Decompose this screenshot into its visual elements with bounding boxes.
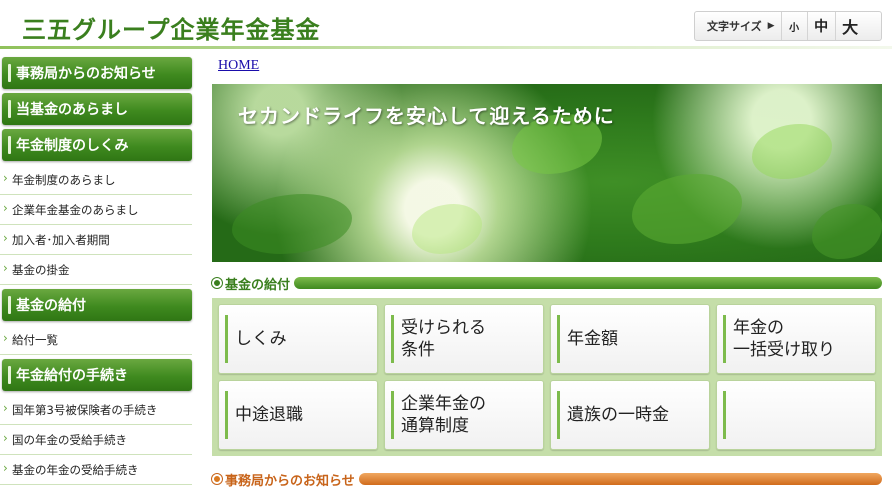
bullet-dot-icon bbox=[212, 278, 222, 288]
sidebar-item-contributions[interactable]: 基金の掛金 bbox=[0, 255, 192, 285]
benefit-tile-lump-sum[interactable]: 年金の 一括受け取り bbox=[716, 304, 876, 374]
tile-label: 企業年金の 通算制度 bbox=[401, 393, 486, 436]
section-header-benefits: 基金の給付 bbox=[212, 274, 882, 293]
leaf-shape bbox=[752, 124, 832, 179]
benefit-tile-portability[interactable]: 企業年金の 通算制度 bbox=[384, 380, 544, 450]
sidebar-item-national-pension-claim[interactable]: 国の年金の受給手続き bbox=[0, 425, 192, 455]
tile-label: 年金の 一括受け取り bbox=[733, 317, 835, 360]
leaf-shape bbox=[412, 204, 482, 254]
sidebar-item-category3-procedures[interactable]: 国年第3号被保険者の手続き bbox=[0, 395, 192, 425]
breadcrumb-home-link[interactable]: HOME bbox=[218, 58, 259, 74]
tile-label: 受けられる 条件 bbox=[401, 317, 486, 360]
sidebar-item-fund-overview[interactable]: 企業年金基金のあらまし bbox=[0, 195, 192, 225]
sidebar-heading-overview[interactable]: 当基金のあらまし bbox=[2, 93, 192, 125]
benefit-tile-pension-amount[interactable]: 年金額 bbox=[550, 304, 710, 374]
header-divider bbox=[0, 46, 892, 49]
tile-label: 遺族の一時金 bbox=[567, 404, 669, 425]
sidebar-heading-procedures[interactable]: 年金給付の手続き bbox=[2, 359, 192, 391]
font-size-label: 文字サイズ bbox=[707, 20, 762, 33]
benefit-tile-survivor-lump-sum[interactable]: 遺族の一時金 bbox=[550, 380, 710, 450]
triangle-right-icon: ▶ bbox=[767, 21, 775, 31]
tile-label: 年金額 bbox=[567, 328, 618, 349]
font-size-small-button[interactable]: 小 bbox=[780, 12, 807, 40]
font-size-medium-button[interactable]: 中 bbox=[806, 12, 835, 40]
site-header: 三五グループ企業年金基金 文字サイズ ▶ 小 中 大 bbox=[0, 0, 892, 50]
leaf-shape bbox=[632, 174, 742, 244]
sidebar-item-pension-overview[interactable]: 年金制度のあらまし bbox=[0, 165, 192, 195]
sidebar-heading-benefits[interactable]: 基金の給付 bbox=[2, 289, 192, 321]
benefit-tile-empty bbox=[716, 380, 876, 450]
benefits-menu-grid: しくみ 受けられる 条件 年金額 年金の 一括受け取り 中途退職 企業年金の 通… bbox=[212, 298, 882, 456]
benefit-tile-mid-career-exit[interactable]: 中途退職 bbox=[218, 380, 378, 450]
hero-banner: セカンドライフを安心して迎えるために bbox=[212, 84, 882, 262]
hero-tagline: セカンドライフを安心して迎えるために bbox=[238, 104, 615, 128]
leaf-shape bbox=[812, 204, 882, 259]
leaf-shape bbox=[232, 194, 352, 254]
section-title-benefits: 基金の給付 bbox=[225, 277, 291, 293]
bullet-dot-icon bbox=[212, 474, 222, 484]
tile-label: しくみ bbox=[235, 328, 287, 349]
sidebar-item-benefit-list[interactable]: 給付一覧 bbox=[0, 325, 192, 355]
tile-label: 中途退職 bbox=[235, 404, 303, 425]
sidebar-heading-pension-system[interactable]: 年金制度のしくみ bbox=[2, 129, 192, 161]
sidebar-heading-news[interactable]: 事務局からのお知らせ bbox=[2, 57, 192, 89]
sidebar-nav: 事務局からのお知らせ 当基金のあらまし 年金制度のしくみ 年金制度のあらまし 企… bbox=[0, 55, 196, 485]
section-rail bbox=[294, 277, 882, 289]
section-rail bbox=[358, 473, 882, 485]
benefit-tile-eligibility[interactable]: 受けられる 条件 bbox=[384, 304, 544, 374]
site-title[interactable]: 三五グループ企業年金基金 bbox=[22, 10, 321, 45]
sidebar-item-members-period[interactable]: 加入者･加入者期間 bbox=[0, 225, 192, 255]
benefit-tile-mechanism[interactable]: しくみ bbox=[218, 304, 378, 374]
font-size-switcher: 文字サイズ ▶ 小 中 大 bbox=[694, 11, 882, 41]
section-header-news: 事務局からのお知らせ bbox=[212, 470, 882, 489]
sidebar-item-fund-pension-claim[interactable]: 基金の年金の受給手続き bbox=[0, 455, 192, 485]
section-title-news: 事務局からのお知らせ bbox=[225, 473, 355, 489]
font-size-large-button[interactable]: 大 bbox=[834, 12, 865, 40]
